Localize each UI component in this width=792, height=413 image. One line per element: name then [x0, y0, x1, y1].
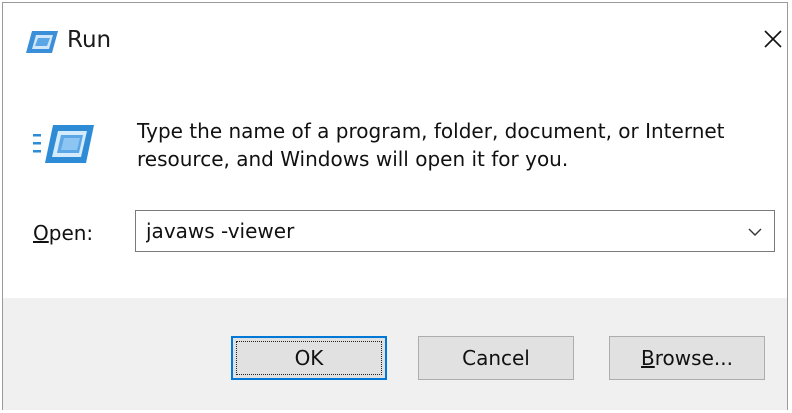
run-dialog: Run Type the name of a program, folder, … [2, 2, 788, 410]
close-button[interactable] [757, 23, 789, 59]
window-title: Run [67, 27, 112, 53]
close-icon [763, 29, 783, 53]
title-bar[interactable]: Run [3, 3, 787, 81]
dropdown-button[interactable] [742, 211, 768, 251]
run-icon-large [33, 124, 95, 168]
description-text: Type the name of a program, folder, docu… [137, 119, 725, 171]
cancel-button-label: Cancel [462, 346, 530, 370]
browse-accelerator: B [641, 346, 655, 370]
open-combobox[interactable] [135, 210, 775, 252]
browse-button[interactable]: Browse... [609, 336, 765, 380]
open-label-accelerator: O [33, 221, 49, 245]
ok-button[interactable]: OK [231, 336, 387, 380]
open-label: Open: [33, 221, 93, 245]
focus-rectangle [236, 341, 382, 375]
open-label-rest: pen: [48, 221, 94, 245]
cancel-button[interactable]: Cancel [418, 336, 574, 380]
chevron-down-icon [748, 222, 762, 241]
run-icon [25, 30, 59, 58]
browse-button-label: rowse... [654, 346, 733, 370]
button-bar: OK Cancel Browse... [3, 298, 787, 410]
open-input[interactable] [136, 211, 736, 251]
